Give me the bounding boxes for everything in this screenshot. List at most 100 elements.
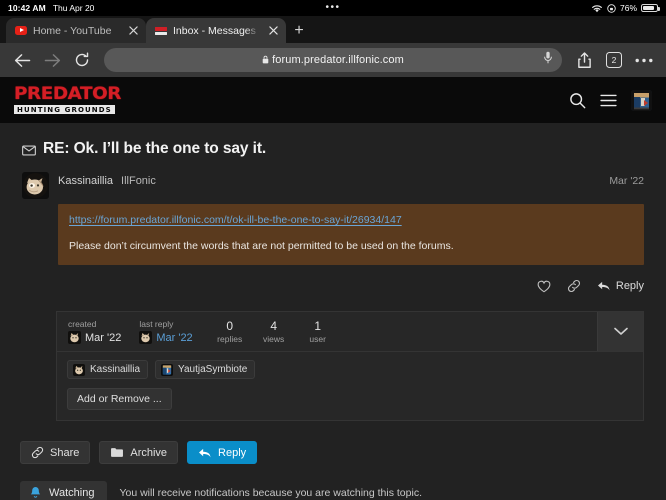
heart-icon[interactable] (537, 280, 551, 293)
stat-replies-count: 0 (226, 318, 234, 333)
predator-favicon (155, 25, 167, 37)
share-label: Share (50, 446, 80, 459)
watching-button[interactable]: Watching (20, 481, 108, 500)
post-actions: Reply (22, 265, 644, 293)
reply-label: Reply (218, 446, 247, 459)
youtube-icon (15, 25, 27, 37)
stat-created: created Mar '22 (68, 319, 121, 344)
browser-tab-strip: Home - YouTube Inbox - Messages - Profi … (0, 16, 666, 43)
quote-link[interactable]: https://forum.predator.illfonic.com/t/ok… (69, 213, 633, 228)
chevron-down-icon (613, 323, 628, 341)
stat-users-count: 1 (314, 318, 322, 333)
reply-arrow-icon (597, 281, 610, 291)
stat-replies-label: replies (217, 333, 243, 344)
browser-toolbar: forum.predator.illfonic.com 2 (0, 43, 666, 77)
post-date: Mar '22 (609, 175, 644, 187)
share-icon[interactable] (571, 47, 597, 73)
link-icon (31, 446, 44, 459)
watching-description: You will receive notifications because y… (119, 486, 422, 499)
avatar[interactable] (22, 172, 49, 199)
bell-icon (30, 486, 41, 499)
topic-footer-actions: Share Archive Reply (20, 441, 666, 464)
participant-name: YautjaSymbiote (178, 364, 248, 375)
browser-tab-forum[interactable]: Inbox - Messages - Profi (146, 18, 286, 43)
folder-icon (111, 448, 124, 457)
logo-primary-text: PREDATOR (14, 84, 121, 104)
tab-count-button[interactable]: 2 (601, 47, 627, 73)
quote-text: Please don’t circumvent the words that a… (69, 240, 454, 252)
back-arrow-icon[interactable] (9, 47, 35, 73)
reply-button[interactable]: Reply (187, 441, 258, 464)
forum-page: RE: Ok. I’ll be the one to say it. Kassi… (0, 123, 666, 500)
post-reply-button[interactable]: Reply (597, 280, 644, 292)
participant-name: Kassinaillia (90, 364, 141, 375)
watching-row: Watching You will receive notifications … (20, 481, 666, 500)
forward-arrow-icon[interactable] (39, 47, 65, 73)
site-header: PREDATOR HUNTING GROUNDS (0, 77, 666, 123)
site-logo[interactable]: PREDATOR HUNTING GROUNDS (14, 86, 121, 114)
logo-secondary-text: HUNTING GROUNDS (14, 105, 115, 114)
quote-block: https://forum.predator.illfonic.com/t/ok… (58, 204, 644, 265)
lock-icon (262, 51, 269, 69)
battery-percent: 76% (619, 3, 637, 13)
archive-label: Archive (130, 446, 168, 459)
tab-count-label: 2 (606, 52, 622, 68)
reply-arrow-icon (199, 448, 211, 457)
stat-views-label: views (263, 333, 285, 344)
watching-label: Watching (49, 486, 95, 499)
tab-title: Inbox - Messages - Profi (173, 24, 260, 37)
reload-icon[interactable] (69, 47, 95, 73)
post-header: Kassinaillia IllFonic Mar '22 (22, 172, 644, 199)
status-center-dots: ••• (325, 2, 341, 13)
expand-stats-button[interactable] (597, 312, 643, 351)
yautja-avatar (161, 363, 174, 376)
topic-title-row: RE: Ok. I’ll be the one to say it. (0, 123, 666, 158)
stat-created-value: Mar '22 (85, 331, 122, 344)
cat-avatar (73, 363, 85, 376)
url-text: forum.predator.illfonic.com (272, 54, 404, 66)
share-button[interactable]: Share (20, 441, 91, 464)
envelope-icon (22, 144, 36, 156)
microphone-icon[interactable] (543, 51, 553, 69)
close-icon[interactable] (266, 23, 281, 38)
ios-status-bar: 10:42 AM Thu Apr 20 ••• 76% (0, 0, 666, 16)
link-icon[interactable] (567, 279, 581, 293)
browser-window: 10:42 AM Thu Apr 20 ••• 76% Home - YouTu… (0, 0, 666, 500)
stat-last-reply-value[interactable]: Mar '22 (156, 332, 192, 344)
wifi-icon (591, 4, 603, 13)
user-avatar[interactable] (631, 89, 652, 111)
battery-icon (641, 3, 660, 13)
status-time: 10:42 AM (8, 3, 46, 13)
post-container: Kassinaillia IllFonic Mar '22 https://fo… (22, 172, 644, 293)
participants-panel: Kassinaillia YautjaSymbiote Add or Remov… (56, 352, 644, 421)
participant-chip[interactable]: Kassinaillia (67, 360, 149, 379)
new-tab-button[interactable]: + (286, 18, 312, 43)
archive-button[interactable]: Archive (99, 441, 179, 464)
add-or-remove-button[interactable]: Add or Remove ... (67, 388, 172, 410)
stat-last-reply: last reply Mar '22 (139, 319, 193, 344)
rotation-lock-icon (607, 3, 616, 13)
post-author-badge: IllFonic (121, 175, 156, 187)
stat-users: 1 user (299, 319, 337, 345)
status-date: Thu Apr 20 (52, 3, 95, 13)
close-icon[interactable] (126, 23, 141, 38)
tab-title: Home - YouTube (33, 24, 112, 37)
browser-tab-youtube[interactable]: Home - YouTube (6, 18, 146, 43)
hamburger-menu-icon[interactable] (600, 94, 617, 107)
search-icon[interactable] (569, 92, 586, 109)
stat-replies: 0 replies (211, 319, 249, 345)
participant-chip[interactable]: YautjaSymbiote (155, 360, 256, 379)
post-author-name[interactable]: Kassinaillia (58, 175, 113, 187)
stat-views: 4 views (255, 319, 293, 345)
more-options-icon[interactable] (631, 47, 657, 73)
post-reply-label: Reply (615, 280, 644, 292)
stat-created-label: created (68, 319, 97, 329)
stat-users-label: user (309, 333, 326, 344)
stat-last-reply-label: last reply (139, 319, 174, 329)
page-title: RE: Ok. I’ll be the one to say it. (43, 140, 267, 157)
topic-stats-panel: created Mar '22 last reply Mar '22 0 rep… (56, 311, 644, 352)
address-bar[interactable]: forum.predator.illfonic.com (104, 48, 562, 72)
cat-avatar (139, 331, 153, 344)
cat-avatar (68, 331, 81, 344)
stat-views-count: 4 (270, 318, 278, 333)
